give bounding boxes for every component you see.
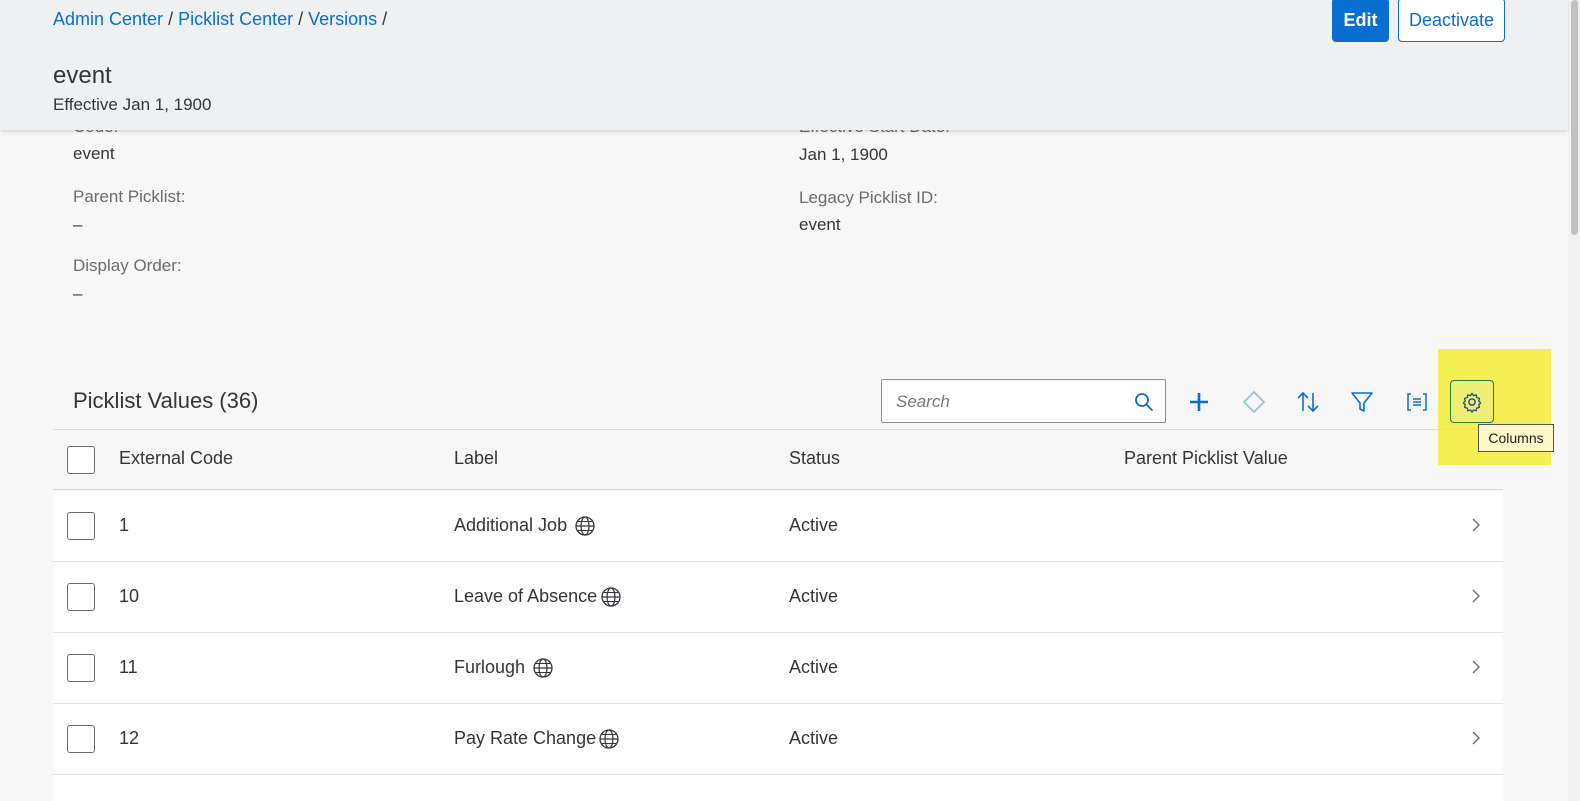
search-input[interactable] — [894, 388, 1118, 416]
filter-icon[interactable] — [1349, 389, 1375, 415]
chevron-right-icon[interactable] — [1469, 731, 1483, 745]
row-checkbox[interactable] — [67, 512, 95, 540]
select-all-checkbox[interactable] — [67, 446, 95, 474]
diamond-icon[interactable] — [1241, 389, 1267, 415]
deactivate-button[interactable]: Deactivate — [1398, 0, 1505, 42]
table-row[interactable]: 10 Leave of Absence Active — [53, 562, 1503, 633]
breadcrumb-admin-center[interactable]: Admin Center — [53, 9, 163, 30]
effective-start-value: Jan 1, 1900 — [799, 145, 888, 164]
sort-icon[interactable] — [1295, 389, 1321, 415]
page-subtitle: Effective Jan 1, 1900 — [53, 95, 212, 114]
edit-button[interactable]: Edit — [1332, 0, 1389, 42]
add-icon[interactable] — [1186, 389, 1212, 415]
group-icon[interactable] — [1404, 389, 1430, 415]
chevron-right-icon[interactable] — [1469, 589, 1483, 603]
parent-picklist-label: Parent Picklist: — [73, 187, 186, 206]
row-status: Active — [789, 728, 839, 748]
row-label: Leave of Absence — [454, 586, 598, 606]
search-icon[interactable] — [1134, 392, 1154, 412]
object-header: Admin Center / Picklist Center / Version… — [0, 0, 1568, 130]
display-order-value: – — [73, 284, 83, 303]
gear-icon — [1462, 392, 1482, 413]
columns-tooltip: Columns — [1478, 424, 1554, 452]
columns-settings-button[interactable] — [1450, 380, 1494, 423]
column-header-parent-picklist-value[interactable]: Parent Picklist Value — [1124, 448, 1288, 469]
breadcrumb: Admin Center / Picklist Center / Version… — [53, 9, 387, 30]
row-external-code: 10 — [119, 586, 140, 606]
search-field[interactable] — [881, 379, 1166, 423]
table-row[interactable]: 12 Pay Rate Change Active — [53, 704, 1503, 775]
table-row[interactable] — [53, 775, 1503, 801]
globe-icon[interactable] — [574, 515, 596, 537]
legacy-id-label: Legacy Picklist ID: — [799, 188, 938, 207]
vertical-scrollbar[interactable] — [1568, 0, 1580, 801]
column-header-external-code[interactable]: External Code — [119, 448, 233, 469]
row-label: Furlough — [454, 657, 526, 677]
header-divider — [53, 489, 1503, 490]
row-status: Active — [789, 657, 839, 677]
row-external-code: 1 — [119, 515, 130, 535]
scrollbar-thumb[interactable] — [1571, 0, 1578, 235]
row-label: Additional Job — [454, 515, 568, 535]
row-checkbox[interactable] — [67, 654, 95, 682]
column-header-status[interactable]: Status — [789, 448, 840, 469]
column-header-label[interactable]: Label — [454, 448, 498, 469]
row-status: Active — [789, 586, 839, 606]
globe-icon[interactable] — [600, 586, 622, 608]
page-title: event — [53, 62, 112, 89]
code-value: event — [73, 144, 115, 163]
breadcrumb-versions[interactable]: Versions — [308, 9, 377, 30]
breadcrumb-separator: / — [298, 9, 304, 29]
table-row[interactable]: 11 Furlough Active — [53, 633, 1503, 704]
row-external-code: 11 — [119, 657, 138, 677]
breadcrumb-picklist-center[interactable]: Picklist Center — [178, 9, 293, 30]
chevron-right-icon[interactable] — [1469, 660, 1483, 674]
globe-icon[interactable] — [532, 657, 554, 679]
display-order-label: Display Order: — [73, 256, 182, 275]
globe-icon[interactable] — [598, 728, 620, 750]
row-external-code: 12 — [119, 728, 140, 748]
breadcrumb-separator: / — [382, 9, 388, 29]
row-checkbox[interactable] — [67, 583, 95, 611]
legacy-id-value: event — [799, 215, 841, 234]
row-status: Active — [789, 515, 839, 535]
row-label: Pay Rate Change — [454, 728, 597, 748]
table-row[interactable]: 1 Additional Job Active — [53, 491, 1503, 562]
chevron-right-icon[interactable] — [1469, 518, 1483, 532]
parent-picklist-value: – — [73, 215, 83, 234]
toolbar-divider — [53, 429, 1503, 430]
row-checkbox[interactable] — [67, 725, 95, 753]
breadcrumb-separator: / — [168, 9, 174, 29]
table-title: Picklist Values (36) — [73, 388, 259, 413]
